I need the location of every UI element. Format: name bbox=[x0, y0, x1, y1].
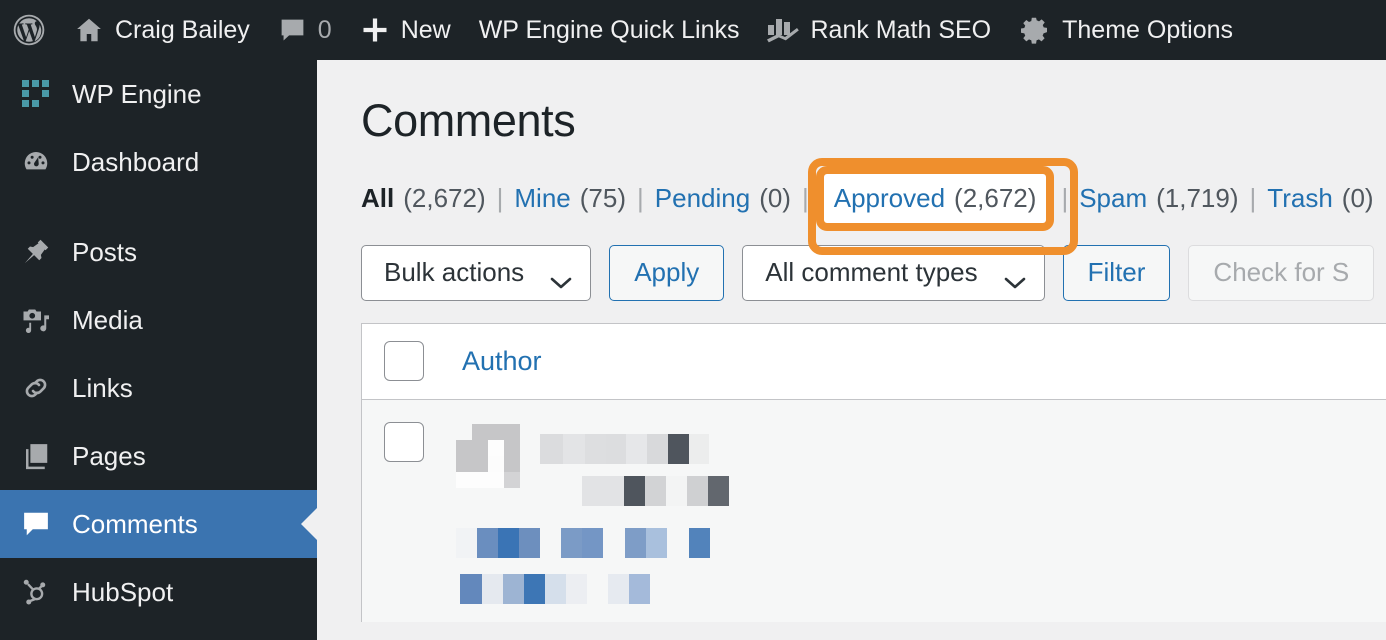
filter-button[interactable]: Filter bbox=[1062, 244, 1171, 301]
gear-icon bbox=[1019, 14, 1051, 46]
chevron-down-icon bbox=[550, 266, 572, 288]
sidebar-item-label: Media bbox=[72, 305, 143, 335]
sidebar-item-label: Dashboard bbox=[72, 147, 200, 177]
filter-link-pending-count: (0) bbox=[759, 182, 791, 213]
adminbar-theme-options-label: Theme Options bbox=[1062, 15, 1234, 44]
adminbar-new-label: New bbox=[400, 15, 451, 44]
filter-link-spam-count: (1,719) bbox=[1156, 182, 1239, 213]
sidebar-item-label: Posts bbox=[72, 237, 138, 267]
filter-link-trash[interactable]: Trash (0) bbox=[1267, 183, 1373, 214]
pages-stack-icon bbox=[18, 438, 54, 474]
sidebar-item-label: Comments bbox=[72, 509, 198, 539]
sidebar-item-label: HubSpot bbox=[72, 577, 174, 607]
check-for-spam-button: Check for S bbox=[1188, 244, 1375, 301]
link-chain-icon bbox=[18, 370, 54, 406]
sidebar-item-comments[interactable]: Comments bbox=[0, 490, 317, 558]
sidebar-item-pages[interactable]: Pages bbox=[0, 422, 317, 490]
comments-table: Author bbox=[361, 322, 1386, 622]
bulk-actions-select[interactable]: Bulk actions bbox=[361, 244, 592, 301]
comment-types-label: All comment types bbox=[765, 257, 978, 287]
main-content-area: Comments All (2,672) | Mine (75) | Pendi… bbox=[317, 60, 1386, 640]
page-title: Comments bbox=[361, 95, 576, 146]
sidebar-item-label: WP Engine bbox=[72, 79, 202, 109]
bulk-actions-label: Bulk actions bbox=[384, 257, 525, 287]
filter-link-approved-label: Approved bbox=[833, 182, 946, 213]
comment-author-redacted-text bbox=[540, 424, 729, 506]
adminbar-site-name-label: Craig Bailey bbox=[115, 15, 250, 44]
filter-link-trash-count: (0) bbox=[1341, 182, 1374, 213]
filter-link-mine-label: Mine bbox=[514, 182, 571, 213]
wpengine-grid-icon bbox=[18, 76, 54, 112]
redacted-comment-link-line-2 bbox=[456, 573, 729, 604]
filter-link-all[interactable]: All (2,672) bbox=[361, 183, 486, 214]
adminbar-comment-count: 0 bbox=[317, 15, 332, 44]
filter-separator: | bbox=[496, 182, 504, 213]
filter-link-pending-label: Pending bbox=[654, 182, 751, 213]
media-camera-icon bbox=[18, 302, 54, 338]
filter-link-all-count: (2,672) bbox=[403, 182, 486, 213]
bar-chart-icon bbox=[767, 17, 800, 43]
dashboard-gauge-icon bbox=[18, 144, 54, 180]
sidebar-item-dashboard[interactable]: Dashboard bbox=[0, 128, 317, 196]
filter-link-all-label: All bbox=[361, 182, 395, 213]
comment-types-select[interactable]: All comment types bbox=[742, 244, 1045, 301]
filter-link-trash-label: Trash bbox=[1267, 182, 1333, 213]
avatar bbox=[456, 423, 520, 488]
comment-author-header bbox=[456, 423, 729, 506]
filter-link-spam-label: Spam bbox=[1079, 182, 1148, 213]
adminbar-item-rank-math-seo[interactable]: Rank Math SEO bbox=[753, 0, 1005, 60]
comment-bubble-icon bbox=[18, 506, 54, 542]
sidebar-item-media[interactable]: Media bbox=[0, 286, 317, 354]
sidebar-item-posts[interactable]: Posts bbox=[0, 218, 317, 286]
sidebar-item-label: Links bbox=[72, 373, 133, 403]
comment-bubble-icon bbox=[278, 16, 307, 45]
comment-status-filter-links: All (2,672) | Mine (75) | Pending (0) | … bbox=[361, 157, 1386, 255]
sidebar-item-label: Pages bbox=[72, 441, 146, 471]
comment-author-cell bbox=[456, 422, 729, 604]
adminbar-item-wpengine-quick-links[interactable]: WP Engine Quick Links bbox=[465, 0, 754, 60]
adminbar-item-wordpress-logo[interactable] bbox=[0, 0, 60, 60]
adminbar-item-new[interactable]: New bbox=[346, 0, 465, 60]
filter-link-spam[interactable]: Spam (1,719) bbox=[1079, 183, 1238, 214]
filter-separator: | bbox=[1249, 182, 1257, 213]
filter-separator: | bbox=[637, 182, 644, 213]
adminbar-item-theme-options[interactable]: Theme Options bbox=[1005, 0, 1247, 60]
filter-link-approved-highlighted[interactable]: Approved (2,672) bbox=[807, 157, 1079, 255]
select-all-checkbox[interactable] bbox=[384, 341, 424, 381]
admin-sidebar-menu: WP Engine Dashboard Posts Media Links Pa… bbox=[0, 60, 317, 640]
row-select-checkbox[interactable] bbox=[384, 421, 424, 462]
sidebar-separator bbox=[0, 196, 317, 218]
admin-bar: Craig Bailey 0 New WP Engine Quick Links bbox=[0, 0, 1386, 60]
apply-button[interactable]: Apply bbox=[609, 244, 725, 301]
pin-icon bbox=[18, 234, 54, 270]
redacted-author-email bbox=[540, 475, 729, 506]
sidebar-item-wp-engine[interactable]: WP Engine bbox=[0, 60, 317, 128]
filter-separator: | bbox=[801, 182, 809, 213]
table-row bbox=[362, 399, 1386, 622]
chevron-down-icon bbox=[1004, 266, 1026, 288]
filter-link-mine[interactable]: Mine (75) bbox=[514, 183, 626, 214]
hubspot-sprocket-icon bbox=[18, 574, 54, 610]
adminbar-wpengine-label: WP Engine Quick Links bbox=[478, 15, 740, 44]
wordpress-logo-icon bbox=[12, 13, 46, 47]
adminbar-rankmath-label: Rank Math SEO bbox=[810, 15, 992, 44]
adminbar-item-site-name[interactable]: Craig Bailey bbox=[60, 0, 264, 60]
filter-link-mine-count: (75) bbox=[579, 182, 626, 213]
adminbar-item-comments[interactable]: 0 bbox=[264, 0, 346, 60]
redacted-comment-link-line-1 bbox=[456, 527, 729, 558]
redacted-author-name bbox=[540, 433, 729, 464]
filter-separator: | bbox=[1061, 182, 1069, 213]
home-icon bbox=[74, 15, 104, 45]
table-header-row: Author bbox=[362, 323, 1386, 400]
column-header-author[interactable]: Author bbox=[462, 346, 542, 377]
table-navigation-toolbar: Bulk actions Apply All comment types Fil… bbox=[361, 244, 1386, 301]
plus-icon bbox=[360, 15, 390, 45]
filter-link-approved-count: (2,672) bbox=[954, 182, 1037, 213]
sidebar-item-hubspot[interactable]: HubSpot bbox=[0, 558, 317, 626]
sidebar-item-links[interactable]: Links bbox=[0, 354, 317, 422]
filter-link-pending[interactable]: Pending (0) bbox=[655, 183, 791, 214]
